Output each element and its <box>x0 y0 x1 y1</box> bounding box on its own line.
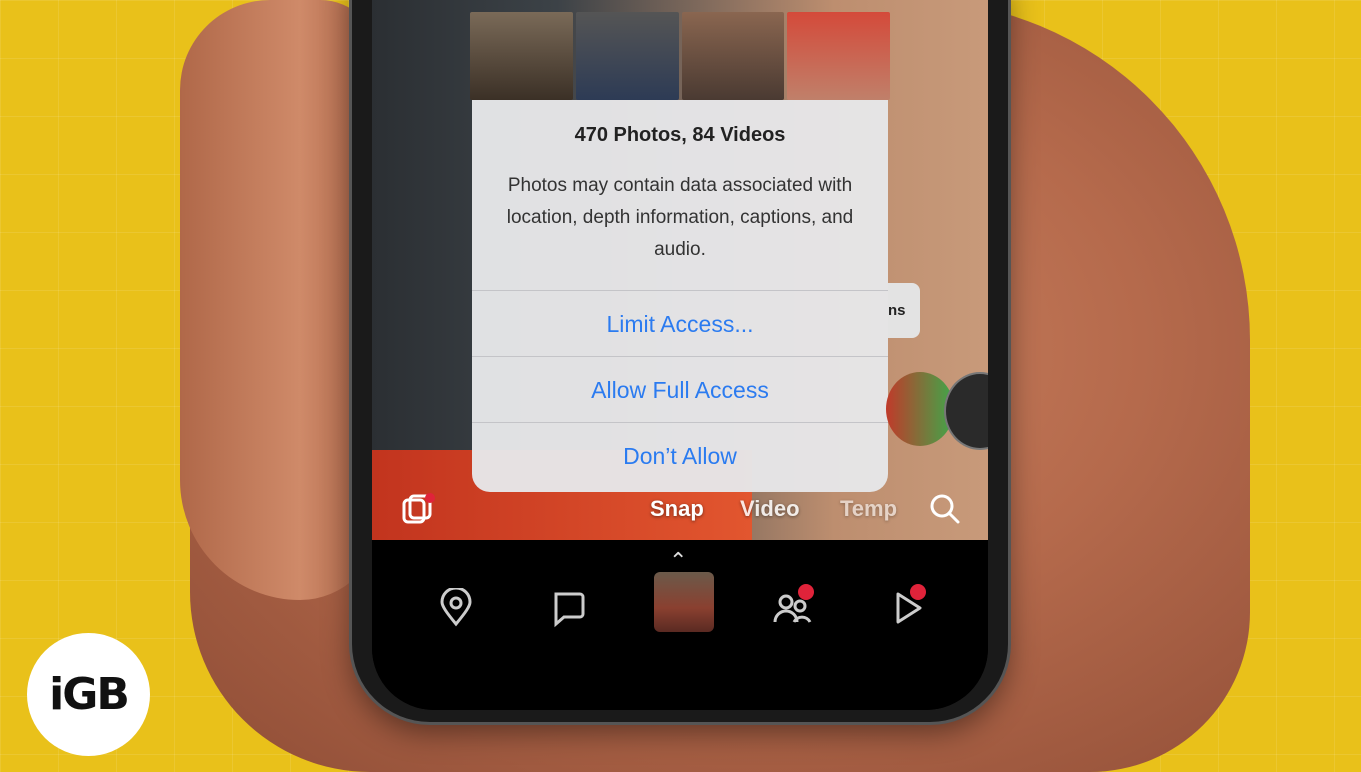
friends-badge <box>798 584 814 600</box>
mode-templates[interactable]: Temp <box>840 496 897 522</box>
limit-access-button[interactable]: Limit Access... <box>472 290 888 357</box>
dialog-title: 470 Photos, 84 Videos <box>574 124 786 146</box>
igb-logo: iGB <box>27 633 150 756</box>
photo-thumb <box>575 12 679 100</box>
dialog-message: Photos may contain data associated with … <box>506 175 854 260</box>
mode-video[interactable]: Video <box>740 496 800 522</box>
bottom-tab-bar: ⌃ <box>372 540 988 710</box>
logo-text: iGB <box>49 669 130 720</box>
photo-permission-dialog: 470 Photos, 84 Videos Photos may contain… <box>472 100 888 492</box>
stories-badge <box>910 584 926 600</box>
chevron-up-icon[interactable]: ⌃ <box>669 548 687 574</box>
mode-snap[interactable]: Snap <box>650 496 704 522</box>
phone-screen: 470 Photos, 84 Videos Photos may contain… <box>372 0 988 710</box>
allow-full-access-button[interactable]: Allow Full Access <box>472 356 888 423</box>
map-pin-icon[interactable] <box>436 588 476 628</box>
photo-thumb <box>470 12 573 100</box>
photo-thumb <box>787 12 890 100</box>
iphone: 470 Photos, 84 Videos Photos may contain… <box>352 0 1008 722</box>
chat-icon[interactable] <box>548 588 588 628</box>
camera-viewfinder: 470 Photos, 84 Videos Photos may contain… <box>372 0 988 540</box>
thumb <box>180 0 380 600</box>
photo-thumb <box>681 12 785 100</box>
photo-preview-strip <box>470 12 890 100</box>
camera-profile[interactable] <box>654 572 714 632</box>
lens-icon[interactable] <box>944 372 988 450</box>
search-icon[interactable] <box>928 492 962 526</box>
side-label-text: ns <box>888 302 906 319</box>
side-label[interactable]: ns <box>888 283 920 338</box>
memories-icon[interactable] <box>400 492 436 528</box>
dont-allow-button[interactable]: Don’t Allow <box>472 422 888 489</box>
